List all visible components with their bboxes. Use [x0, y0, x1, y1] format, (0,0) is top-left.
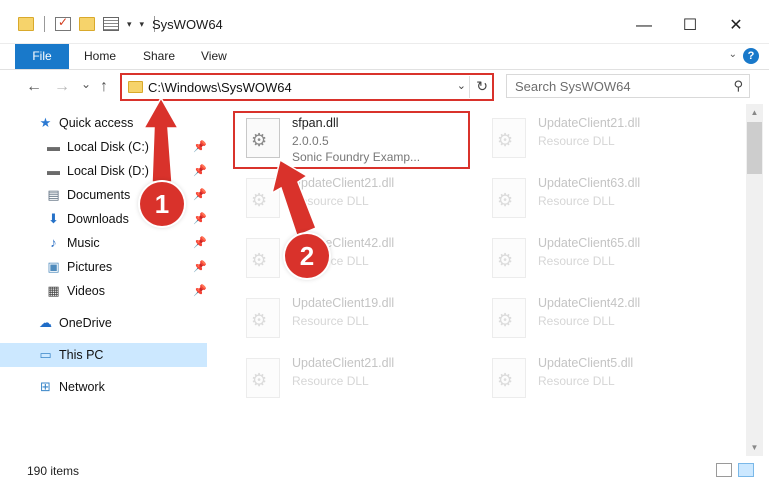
arrow-1-shape — [142, 96, 180, 183]
callout-step-2: 2 — [285, 234, 329, 278]
annotation-arrows — [142, 96, 317, 238]
arrow-2-shape — [270, 158, 317, 238]
callout-step-1: 1 — [140, 182, 184, 226]
